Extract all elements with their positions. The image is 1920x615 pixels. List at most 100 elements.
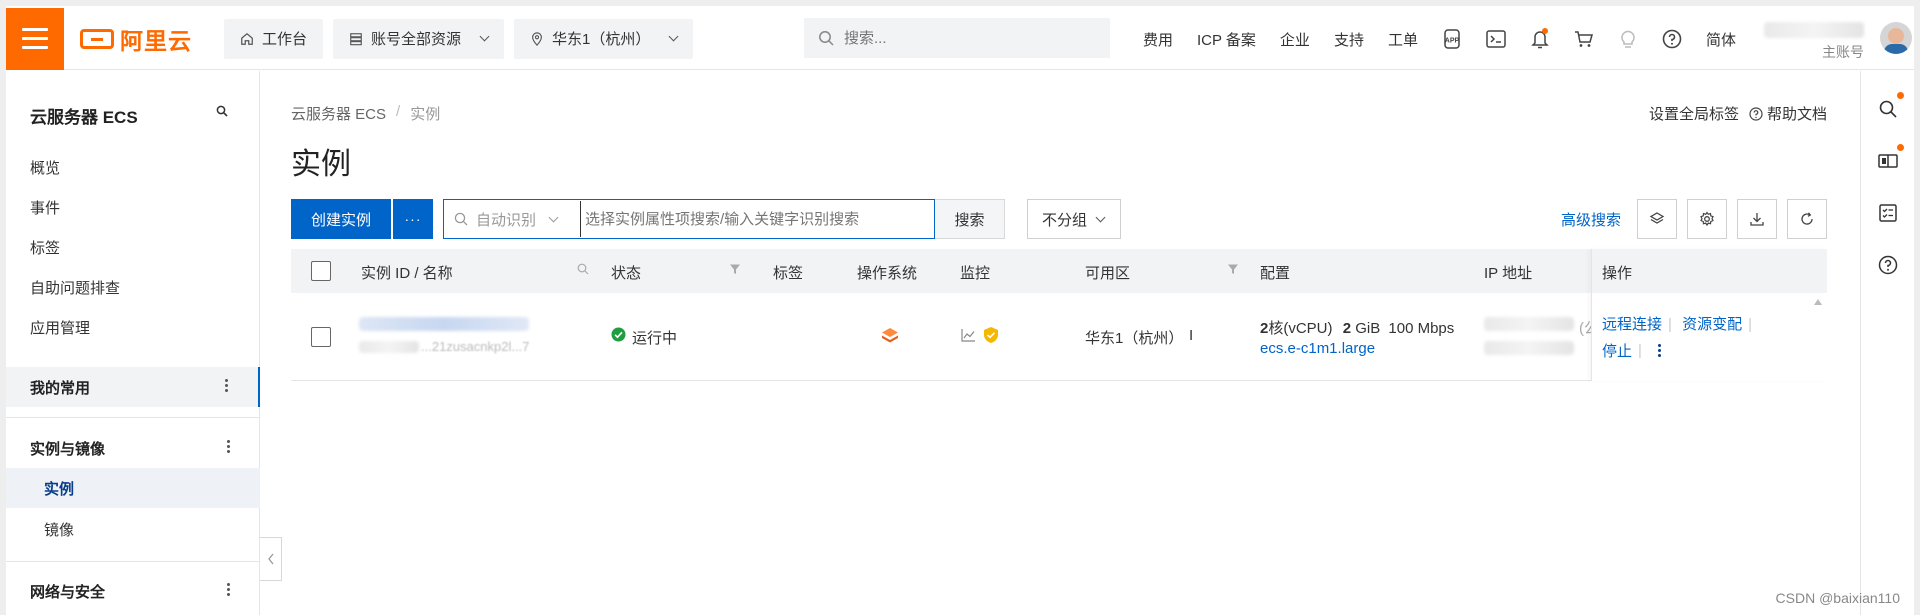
column-header-tags: 标签 [773,265,804,282]
group-by-label: 不分组 [1042,211,1088,229]
global-search-input[interactable] [844,29,1084,47]
sidebar-group-favorites[interactable]: 我的常用 [6,367,260,407]
memory-unit: GiB [1355,320,1381,337]
support-link[interactable]: 支持 [1322,29,1376,50]
aliyun-logo-icon [80,28,114,49]
settings-button[interactable] [1687,199,1727,239]
sidebar-item-events[interactable]: 事件 [30,197,60,218]
cart-icon[interactable] [1562,8,1606,70]
top-navigation-bar: 阿里云 工作台 账号全部资源 华东1（杭州） 费用 ICP 备案 企业 支持 工… [6,7,1914,70]
memory-size: 2 [1342,320,1352,337]
menu-icon[interactable] [6,7,64,70]
help-icon[interactable] [1650,8,1694,70]
more-vertical-icon[interactable] [227,440,230,453]
enterprise-link[interactable]: 企业 [1268,29,1322,50]
monitor-chart-icon[interactable] [961,328,976,342]
region-label: 华东1（杭州） [552,31,651,48]
sidebar-item-images[interactable]: 镜像 [44,519,74,540]
sidebar: 云服务器 ECS 概览 事件 标签 自助问题排查 应用管理 我的常用 实例与镜像… [6,71,282,615]
more-vertical-icon[interactable] [225,379,228,392]
advanced-search-link[interactable]: 高级搜索 [1561,209,1621,230]
sidebar-item-tags[interactable]: 标签 [30,237,60,258]
language-switch[interactable]: 简体 [1694,29,1748,50]
help-docs-link[interactable]: 帮助文档 [1767,103,1827,124]
security-shield-icon[interactable] [983,326,999,344]
help-icon [1878,255,1898,275]
sidebar-group-instances-images[interactable]: 实例与镜像 [6,428,260,468]
location-pin-icon [532,31,542,46]
rail-guide-button[interactable] [1876,144,1904,173]
filter-icon[interactable] [729,263,741,275]
search-icon [454,212,468,226]
notification-bell-icon[interactable] [1518,8,1562,70]
more-vertical-icon[interactable] [227,583,230,596]
sidebar-divider [6,561,260,562]
search-icon[interactable] [216,105,228,117]
account-name-redacted [1764,22,1864,38]
more-actions-button[interactable]: ··· [393,199,434,239]
row-checkbox[interactable] [311,327,331,347]
layers-icon [1649,212,1665,224]
more-vertical-icon[interactable] [1657,344,1661,357]
config-summary: 2核(vCPU) 2 GiB 100 Mbps [1260,317,1454,338]
ticket-link[interactable]: 工单 [1376,29,1430,50]
workbench-button[interactable]: 工作台 [224,18,324,59]
sidebar-item-overview[interactable]: 概览 [30,157,60,178]
table-scrollbar[interactable] [1809,293,1827,381]
sidebar-item-troubleshoot[interactable]: 自助问题排查 [30,277,120,298]
column-header-id-name: 实例 ID / 名称 [361,265,453,282]
download-icon [1750,213,1764,226]
resize-link[interactable]: 资源变配 [1682,316,1742,333]
scroll-up-icon[interactable] [1814,299,1822,305]
breadcrumb-separator: / [396,103,401,120]
refresh-button[interactable] [1787,199,1827,239]
stack-icon [350,32,362,45]
terminal-icon[interactable] [1474,8,1518,70]
search-scope-dropdown[interactable]: 自动识别 [444,200,580,238]
home-icon [241,32,253,45]
layers-button[interactable] [1637,199,1677,239]
avatar[interactable] [1880,22,1912,54]
global-search[interactable] [804,18,1110,58]
sidebar-group-network-security[interactable]: 网络与安全 [6,571,260,611]
page-header-actions: 设置全局标签 帮助文档 [1649,103,1827,124]
filter-icon[interactable] [1227,263,1239,275]
billing-link[interactable]: 费用 [1131,29,1185,50]
page-title: 实例 [291,148,351,181]
instance-id-redacted[interactable] [359,317,529,331]
account-type-label: 主账号 [1822,44,1864,60]
icp-link[interactable]: ICP 备案 [1185,29,1268,50]
region-dropdown[interactable]: 华东1（杭州） [514,18,694,59]
instance-spec-link[interactable]: ecs.e-c1m1.large [1260,340,1375,357]
resource-group-dropdown[interactable]: 账号全部资源 [333,18,505,59]
sidebar-item-instances[interactable]: 实例 [6,468,260,508]
rail-help-button[interactable] [1876,253,1900,277]
search-scope-label: 自动识别 [476,211,537,229]
sidebar-item-app-management[interactable]: 应用管理 [30,317,90,338]
private-ip-redacted [1484,341,1574,355]
instance-table: 实例 ID / 名称 状态 标签 操作系统 监控 可用区 配置 IP 地址 ..… [291,249,1827,381]
search-button[interactable]: 搜索 [935,199,1006,239]
select-all-checkbox[interactable] [311,261,331,281]
aliyun-logo[interactable]: 阿里云 [80,22,200,56]
notification-dot [1897,92,1904,99]
lightbulb-icon[interactable] [1606,8,1650,70]
breadcrumb-ecs[interactable]: 云服务器 ECS [291,103,386,124]
notification-dot [1541,28,1548,34]
instance-search-input[interactable] [580,201,935,237]
rail-checklist-button[interactable] [1876,201,1900,225]
sidebar-group-label: 实例与镜像 [30,440,106,458]
stop-link[interactable]: 停止 [1602,340,1632,361]
column-header-ip: IP 地址 [1484,265,1533,282]
global-tags-link[interactable]: 设置全局标签 [1649,103,1739,124]
group-by-select[interactable]: 不分组 [1027,199,1122,239]
search-icon[interactable] [577,263,589,275]
user-account-menu[interactable]: 主账号 [1758,8,1914,70]
refresh-icon [1801,212,1813,225]
remote-connect-link[interactable]: 远程连接 [1602,316,1662,333]
export-button[interactable] [1737,199,1777,239]
rail-search-button[interactable] [1876,92,1904,121]
create-instance-button[interactable]: 创建实例 [291,199,392,239]
app-icon[interactable]: APP [1430,8,1474,70]
instance-name-redacted [359,341,419,353]
